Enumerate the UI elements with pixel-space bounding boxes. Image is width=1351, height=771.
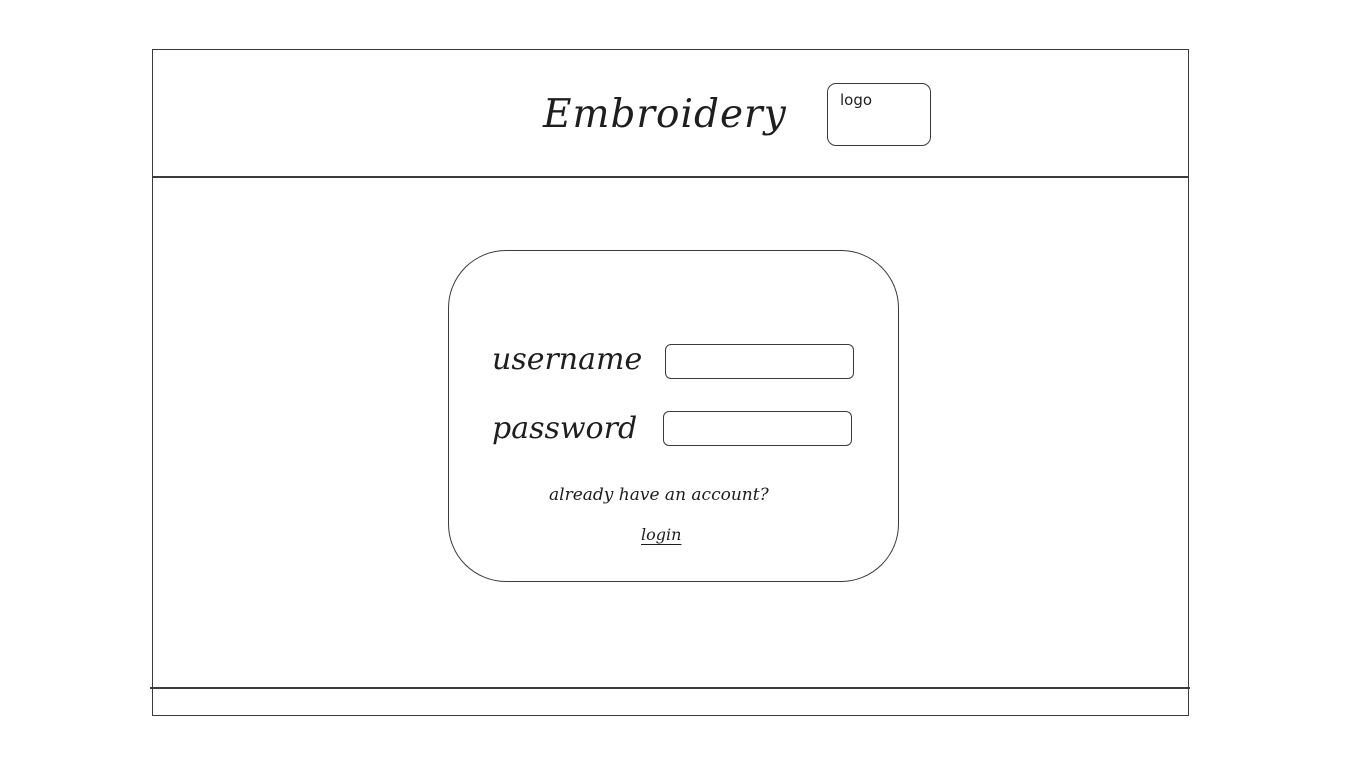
password-label: password bbox=[492, 411, 638, 446]
login-card: username password already have an accoun… bbox=[448, 250, 899, 582]
page-frame: Embroidery logo username password alread… bbox=[150, 49, 1190, 716]
logo-label: logo bbox=[840, 91, 873, 109]
footer-divider bbox=[150, 687, 1190, 689]
username-input[interactable] bbox=[665, 344, 854, 379]
password-input[interactable] bbox=[663, 411, 852, 446]
username-label: username bbox=[492, 342, 643, 377]
header: Embroidery logo bbox=[153, 50, 1188, 178]
account-prompt: already have an account? bbox=[549, 485, 769, 505]
login-link[interactable]: login bbox=[641, 525, 681, 544]
logo-placeholder: logo bbox=[827, 83, 931, 146]
site-title: Embroidery bbox=[543, 92, 787, 137]
